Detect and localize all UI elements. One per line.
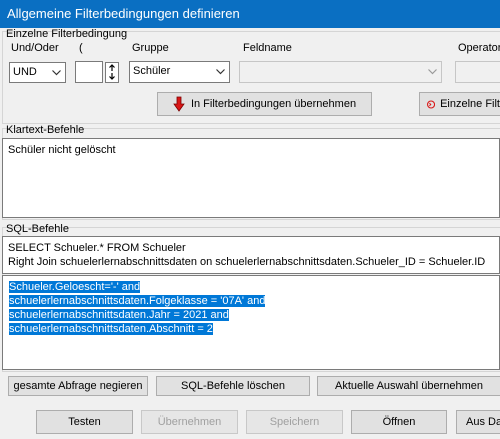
aus-datei-button[interactable]: Aus Da (456, 410, 500, 434)
klartext-title: Klartext-Befehle (6, 124, 85, 136)
gruppe-select[interactable]: Schüler (129, 61, 230, 83)
gruppe-label: Gruppe (132, 42, 169, 54)
single-filter-button[interactable]: Einzelne Filt (419, 92, 500, 116)
paren-label: ( (79, 42, 83, 54)
sql-line: Right Join schuelerlernabschnittsdaten o… (8, 256, 486, 268)
klartext-textarea[interactable]: Schüler nicht gelöscht (2, 138, 500, 218)
sql-where-line: schuelerlernabschnittsdaten.Folgeklasse … (9, 295, 266, 307)
und-oder-select[interactable]: UND (9, 62, 66, 83)
up-down-arrow-icon (109, 64, 115, 80)
sql-where-line: Schueler.Geloescht='-' and (9, 281, 141, 293)
und-oder-label: Und/Oder (11, 42, 59, 54)
sql-where-line: schuelerlernabschnittsdaten.Jahr = 2021 … (9, 309, 229, 321)
speichern-button[interactable]: Speichern (246, 410, 343, 434)
window-title: Allgemeine Filterbedingungen definieren (0, 0, 500, 28)
chevron-down-icon (215, 62, 225, 81)
feldname-select[interactable] (239, 61, 442, 83)
chevron-down-icon (427, 62, 437, 81)
sql-where-textarea[interactable]: Schueler.Geloescht='-' and schuelerlerna… (2, 275, 500, 370)
red-down-arrow-icon (173, 96, 185, 112)
operator-select[interactable] (455, 61, 500, 83)
delete-sql-button[interactable]: SQL-Befehle löschen (156, 376, 310, 396)
red-circle-icon (427, 99, 436, 109)
sql-line: SELECT Schueler.* FROM Schueler (8, 242, 186, 254)
paren-input[interactable] (75, 61, 103, 83)
oeffnen-button[interactable]: Öffnen (351, 410, 447, 434)
operator-label: Operator (458, 42, 500, 54)
filter-group-title: Einzelne Filterbedingung (6, 28, 128, 40)
sql-title: SQL-Befehle (6, 223, 69, 235)
klartext-text: Schüler nicht gelöscht (8, 144, 116, 156)
chevron-down-icon (51, 63, 61, 82)
feldname-label: Feldname (243, 42, 292, 54)
paren-spinner-button[interactable] (105, 62, 119, 83)
sql-where-line: schuelerlernabschnittsdaten.Abschnitt = … (9, 323, 213, 335)
und-oder-value: UND (13, 66, 37, 78)
gruppe-value: Schüler (133, 65, 171, 77)
uebernehmen-button[interactable]: Übernehmen (141, 410, 238, 434)
apply-filter-button[interactable]: In Filterbedingungen übernehmen (157, 92, 372, 116)
testen-button[interactable]: Testen (36, 410, 133, 434)
sql-select-textarea[interactable]: SELECT Schueler.* FROM Schueler Right Jo… (2, 236, 500, 274)
negate-query-button[interactable]: gesamte Abfrage negieren (8, 376, 148, 396)
apply-selection-button[interactable]: Aktuelle Auswahl übernehmen (317, 376, 500, 396)
